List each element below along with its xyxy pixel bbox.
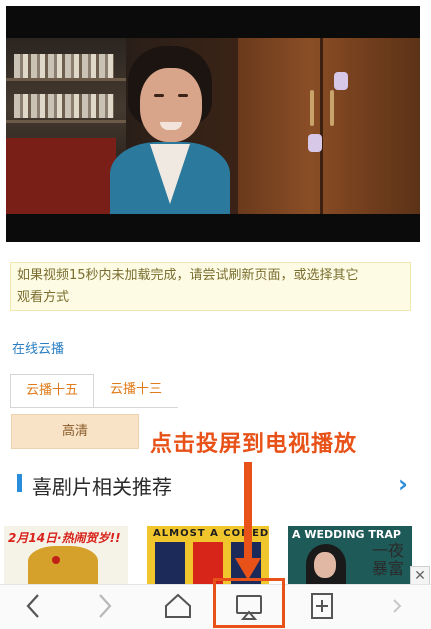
section-marker [17,474,22,492]
annotation-arrow-head [235,558,261,580]
cabinet-handle [330,90,334,126]
face [140,68,202,142]
poster-title: 2月14日·热闹贺岁!! [8,531,121,545]
tab-cloud-15[interactable]: 云播十五 [10,374,94,408]
actress-figure [110,46,230,214]
books [14,54,114,78]
bookmark-add-icon[interactable] [302,586,342,626]
loading-notice: 如果视频15秒内未加载完成，请尝试刷新页面，或选择其它 观看方式 [10,262,411,311]
notice-line-1: 如果视频15秒内未加载完成，请尝试刷新页面，或选择其它 [17,268,359,283]
eye [178,94,188,97]
poster-title: A WEDDING TRAP [292,528,401,541]
cabinet-seam [320,38,323,214]
recommend-title: 喜剧片相关推荐 [32,475,172,499]
tab-cloud-13[interactable]: 云播十三 [94,374,178,408]
notice-line-2: 观看方式 [17,290,70,305]
shelf-line [6,78,126,81]
back-icon[interactable] [14,586,54,626]
books [14,94,114,118]
poster-graphic [155,542,185,584]
video-frame[interactable] [6,38,420,214]
quality-hd-button[interactable]: 高清 [11,414,139,449]
forward-icon[interactable] [84,586,124,626]
cast-button-highlight [213,578,285,628]
annotation-arrow-shaft [244,462,252,562]
close-ad-icon[interactable]: ✕ [410,566,430,586]
shelf-line [6,120,126,123]
cast-annotation-text: 点击投屏到电视播放 [150,432,358,457]
bookshelf-scene [6,38,126,214]
video-player[interactable] [6,6,420,242]
dragon-eye [52,556,60,564]
wooden-cabinet [238,38,420,214]
dragon-image [28,546,98,584]
eye [154,94,164,97]
cabinet-sticker [334,72,348,90]
poster-calligraphy: 一夜暴富 [372,541,405,578]
poster-face [314,552,336,578]
cloud-play-title: 在线云播 [12,342,65,357]
more-icon[interactable] [378,586,418,626]
chevron-right-icon[interactable]: › [398,470,408,498]
red-chair [6,138,116,214]
poster-card[interactable]: 2月14日·热闹贺岁!! [4,526,128,584]
cabinet-sticker [308,134,322,152]
cabinet-handle [310,90,314,126]
tabs-divider [10,407,176,408]
poster-card[interactable]: A WEDDING TRAP 一夜暴富 [288,526,412,584]
home-icon[interactable] [158,586,198,626]
